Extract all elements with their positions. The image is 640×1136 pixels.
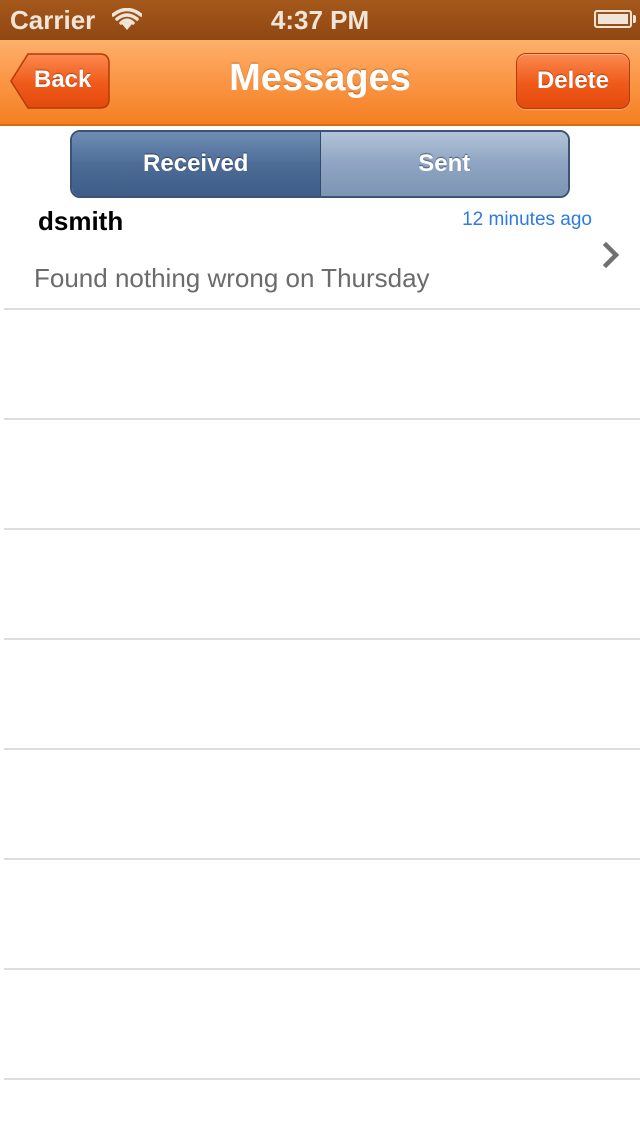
delete-button[interactable]: Delete [516,53,630,109]
list-separator [4,968,640,970]
status-time: 4:37 PM [270,5,370,35]
message-timestamp: 12 minutes ago [462,209,592,230]
list-separator [4,638,640,640]
battery-icon [594,10,636,28]
segmented-control: Received Sent [70,130,570,198]
message-preview: Found nothing wrong on Thursday [34,263,430,293]
list-separator [4,528,640,530]
list-separator [4,308,640,310]
list-separator [4,748,640,750]
segment-received[interactable]: Received [72,132,321,196]
chevron-right-icon [602,241,620,269]
segment-sent[interactable]: Sent [320,132,568,196]
status-bar: Carrier 4:37 PM [0,0,640,40]
navigation-bar: Back Messages Delete [0,40,640,126]
list-separator [4,1078,640,1080]
list-separator [4,418,640,420]
message-sender: dsmith [38,206,124,236]
list-separator [4,858,640,860]
message-row[interactable]: dsmith 12 minutes ago Found nothing wron… [0,200,640,310]
